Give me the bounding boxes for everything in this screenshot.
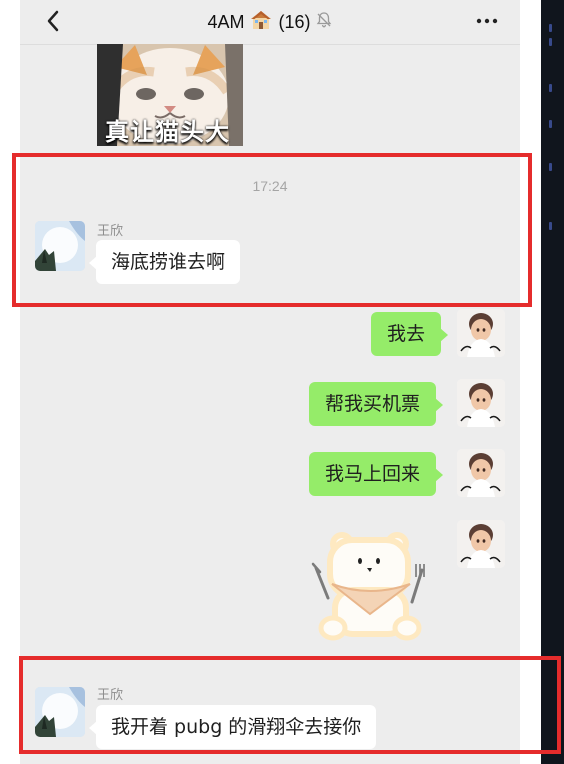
message-bubble-right[interactable]: 我去 bbox=[371, 312, 449, 356]
baby-avatar-image bbox=[457, 379, 505, 427]
more-button[interactable] bbox=[472, 9, 502, 33]
own-avatar[interactable] bbox=[457, 379, 505, 427]
own-avatar[interactable] bbox=[457, 309, 505, 357]
sender-avatar[interactable] bbox=[35, 687, 85, 737]
baby-avatar-image bbox=[457, 449, 505, 497]
message-bubble-right[interactable]: 我马上回来 bbox=[309, 452, 444, 496]
own-avatar[interactable] bbox=[457, 449, 505, 497]
chat-screen: 4AM (16) 真让猫头大 17:24 王欣 海底捞谁去啊 我去 帮我买机票 … bbox=[0, 0, 564, 764]
side-panel bbox=[541, 0, 564, 764]
more-dots-icon bbox=[476, 18, 498, 24]
house-emoji-icon bbox=[249, 9, 273, 36]
own-avatar[interactable] bbox=[457, 520, 505, 568]
sky-avatar-image bbox=[35, 687, 85, 737]
side-panel-marker bbox=[549, 84, 552, 92]
cat-sticker: 真让猫头大 bbox=[97, 44, 243, 146]
sky-avatar-image bbox=[35, 221, 85, 271]
sender-name: 王欣 bbox=[97, 688, 124, 703]
sender-avatar[interactable] bbox=[35, 221, 85, 271]
message-bubble-right[interactable]: 帮我买机票 bbox=[309, 382, 444, 426]
side-panel-marker bbox=[549, 24, 552, 32]
side-panel-marker bbox=[549, 222, 552, 230]
bear-with-fork-and-knife-icon bbox=[311, 532, 425, 641]
message-time-label: 17:24 bbox=[252, 178, 288, 194]
sticker-caption: 真让猫头大 bbox=[105, 118, 230, 146]
side-panel-marker bbox=[549, 163, 552, 171]
sender-name: 王欣 bbox=[97, 224, 124, 239]
chat-title-text: 4AM bbox=[207, 11, 245, 32]
message-bubble-left[interactable]: 我开着 pubg 的滑翔伞去接你 bbox=[88, 705, 377, 749]
bell-slash-icon bbox=[315, 11, 333, 34]
chat-title: 4AM (16) bbox=[20, 0, 520, 44]
member-count: (16) bbox=[278, 11, 311, 32]
side-panel-marker bbox=[549, 38, 552, 46]
side-panel-marker bbox=[549, 120, 552, 128]
baby-avatar-image bbox=[457, 520, 505, 568]
chat-header: 4AM (16) bbox=[20, 0, 520, 45]
message-bubble-left[interactable]: 海底捞谁去啊 bbox=[88, 240, 241, 284]
chat-panel bbox=[20, 0, 520, 764]
bear-sticker[interactable] bbox=[306, 530, 438, 652]
baby-avatar-image bbox=[457, 309, 505, 357]
